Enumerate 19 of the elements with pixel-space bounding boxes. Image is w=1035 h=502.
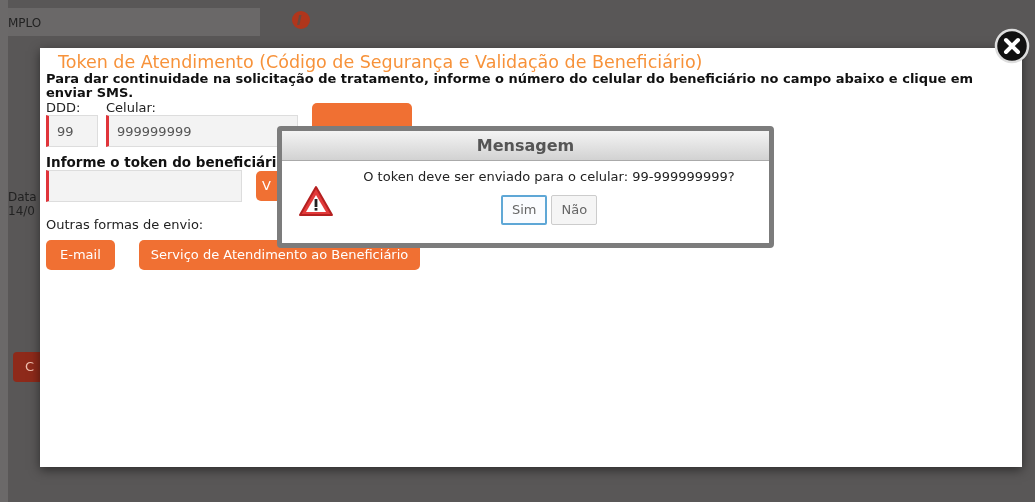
- ddd-label: DDD:: [46, 100, 82, 115]
- action-button[interactable]: C: [13, 352, 40, 382]
- phone-field[interactable]: 999999999: [106, 115, 298, 147]
- token-field[interactable]: [46, 169, 242, 202]
- yes-button[interactable]: Sim: [500, 194, 548, 225]
- email-button[interactable]: E-mail: [46, 240, 115, 271]
- modal-title: Token de Atendimento (Código de Segurança e Validação de Beneficiário): [58, 52, 704, 72]
- close-button[interactable]: [994, 28, 1030, 64]
- ddd-field[interactable]: 99: [46, 115, 98, 147]
- other-methods-label: Outras formas de envio:: [46, 217, 205, 233]
- validate-button[interactable]: V: [256, 170, 280, 201]
- instruction-text: Para dar continuidade na solicitação de tratamento, informe o número do celular do beneficiário no campo abaixo e clique em enviar SMS.: [46, 72, 975, 101]
- no-button[interactable]: Não: [551, 194, 598, 225]
- dialog-title: Mensagem: [282, 131, 769, 161]
- dialog-message: O token deve ser enviado para o celular: 99-999999999?: [363, 168, 735, 186]
- date-label: Data: [8, 190, 37, 205]
- phone-label: Celular:: [106, 100, 157, 115]
- token-label: Informe o token do beneficiári: [46, 155, 278, 170]
- info-icon: [292, 9, 310, 29]
